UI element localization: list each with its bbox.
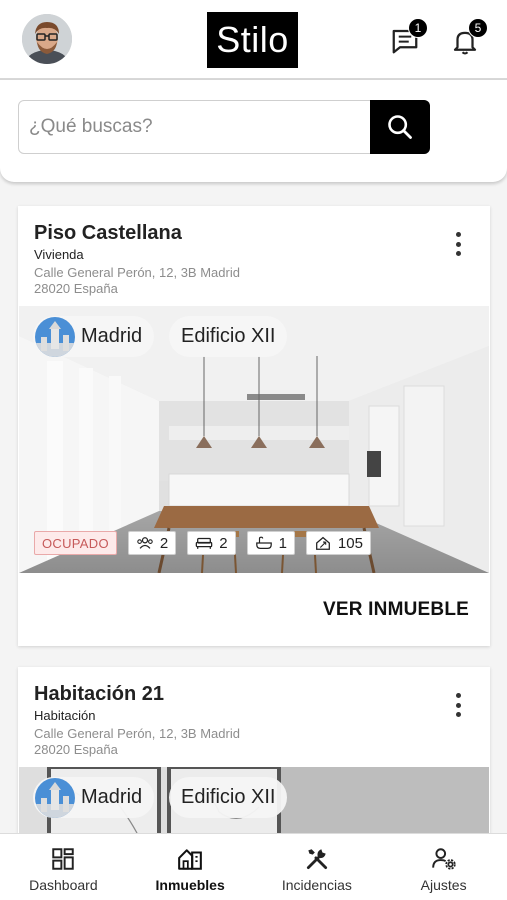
city-thumbnail (35, 777, 75, 818)
search-button[interactable] (370, 100, 430, 154)
more-options-button[interactable] (448, 691, 468, 719)
bedrooms-tag: 2 (187, 531, 236, 555)
property-title: Habitación 21 (34, 683, 165, 705)
top-bar: Stilo 1 5 (0, 0, 507, 80)
status-badge: OCUPADO (34, 531, 117, 555)
address-line-2: 28020 España (34, 281, 118, 296)
search-box (18, 100, 430, 154)
location-chip-label: Madrid (81, 325, 143, 347)
nav-incidencias[interactable]: Incidencias (254, 834, 381, 900)
bathrooms-count: 1 (278, 534, 287, 552)
tenants-count: 2 (159, 534, 169, 552)
view-property-button[interactable]: VER INMUEBLE (323, 599, 469, 621)
search-input[interactable] (19, 101, 371, 153)
tenants-tag: 2 (127, 531, 177, 555)
notifications-badge: 5 (468, 18, 488, 38)
people-icon (137, 537, 153, 549)
area-value: 105 (337, 534, 363, 552)
dashboard-icon (52, 848, 75, 870)
messages-badge: 1 (408, 18, 428, 38)
property-address: Calle General Perón, 12, 3B Madrid 28020… (34, 265, 334, 297)
app-logo: Stilo (207, 12, 298, 68)
building-chip[interactable]: Edificio XII (169, 316, 288, 357)
address-line-1: Calle General Perón, 12, 3B Madrid (34, 726, 240, 741)
messages-button[interactable]: 1 (390, 18, 428, 56)
bed-icon (195, 537, 213, 549)
user-settings-icon (431, 848, 456, 870)
more-options-button[interactable] (448, 230, 468, 258)
search-area (0, 80, 507, 182)
bottom-navigation: Dashboard Inmuebles Incidencias Ajustes (0, 833, 507, 900)
dot (455, 232, 461, 237)
property-photo[interactable]: Madrid Edificio XII OCUPADO 2 2 1 105 (19, 306, 489, 573)
property-card[interactable]: Piso Castellana Vivienda Calle General P… (18, 206, 490, 646)
dot (455, 241, 461, 247)
nav-dashboard[interactable]: Dashboard (0, 834, 127, 900)
dot (455, 712, 461, 717)
nav-ajustes-label: Ajustes (420, 877, 467, 893)
location-chip-label: Madrid (81, 786, 143, 808)
dot (455, 693, 461, 698)
nav-inmuebles-label: Inmuebles (155, 877, 225, 893)
nav-ajustes[interactable]: Ajustes (380, 834, 507, 900)
property-type: Vivienda (34, 247, 84, 262)
notifications-button[interactable]: 5 (450, 18, 488, 56)
nav-incidencias-label: Incidencias (281, 877, 352, 893)
area-tag: 105 (305, 531, 371, 555)
property-title: Piso Castellana (34, 222, 182, 244)
property-tags: OCUPADO 2 2 1 105 (34, 531, 371, 555)
dot (455, 251, 461, 256)
address-line-2: 28020 España (34, 742, 118, 757)
bathrooms-tag: 1 (246, 531, 295, 555)
city-thumbnail (35, 316, 75, 357)
bathtub-icon (255, 536, 272, 550)
tools-icon (306, 849, 327, 870)
bedrooms-count: 2 (219, 534, 228, 552)
building-chip[interactable]: Edificio XII (169, 777, 288, 818)
location-chip[interactable]: Madrid (33, 316, 155, 357)
user-avatar[interactable] (22, 14, 72, 64)
area-icon (315, 536, 330, 550)
building-icon (178, 849, 202, 870)
address-line-1: Calle General Perón, 12, 3B Madrid (34, 265, 240, 280)
property-type: Habitación (34, 708, 96, 723)
app-screen: Stilo 1 5 ¿Qué buscas? Piso Castellana V… (0, 0, 507, 900)
location-chip[interactable]: Madrid (33, 777, 155, 818)
dot (455, 702, 461, 708)
nav-inmuebles[interactable]: Inmuebles (127, 834, 254, 900)
nav-dashboard-label: Dashboard (29, 877, 98, 893)
property-address: Calle General Perón, 12, 3B Madrid 28020… (34, 726, 334, 758)
search-icon (388, 115, 412, 139)
